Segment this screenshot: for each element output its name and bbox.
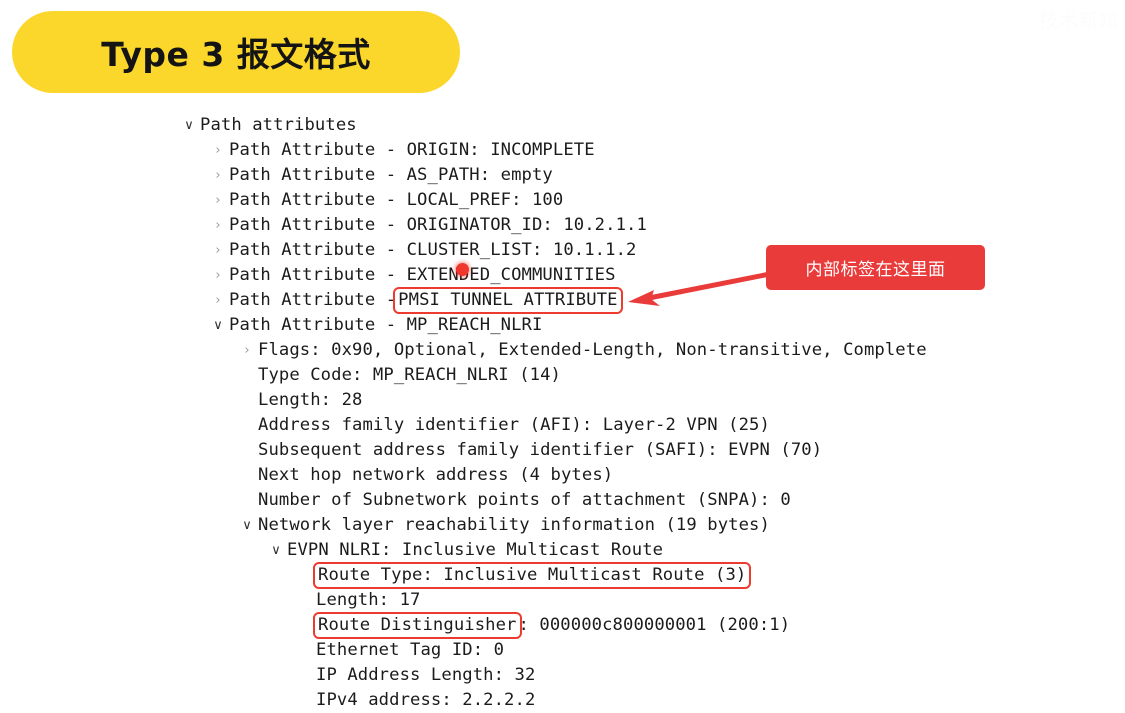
tree-row[interactable]: Route Distinguisher: 000000c800000001 (2… <box>178 612 1118 639</box>
tree-row[interactable]: › Flags: 0x90, Optional, Extended-Length,… <box>178 338 1118 363</box>
tree-row-label: Number of Subnetwork points of attachmen… <box>258 490 791 510</box>
tree-row-label: IPv4 address: 2.2.2.2 <box>316 690 536 710</box>
watermark: 技术新知 <box>1038 10 1119 32</box>
tree-row[interactable]: Next hop network address (4 bytes) <box>178 463 1118 488</box>
tree-row-label: Subsequent address family identifier (SA… <box>258 440 823 460</box>
cursor-pointer-dot <box>456 263 469 276</box>
tree-row[interactable]: › Path Attribute - ORIGINATOR_ID: 10.2.1.… <box>178 213 1118 238</box>
tree-row-label: Path Attribute - <box>229 290 397 310</box>
tree-row-label: Flags: 0x90, Optional, Extended-Length, … <box>258 340 927 360</box>
highlighted-field-box[interactable]: PMSI TUNNEL ATTRIBUTE <box>393 287 623 314</box>
tree-row-label: Path Attribute - CLUSTER_LIST: 10.1.1.2 <box>229 240 637 260</box>
highlighted-field-box[interactable]: Route Type: Inclusive Multicast Route (3… <box>312 562 752 589</box>
chevron-right-icon[interactable]: › <box>207 238 229 263</box>
chevron-down-icon[interactable]: ∨ <box>207 313 229 338</box>
tree-row[interactable]: IPv4 address: 2.2.2.2 <box>178 688 1118 713</box>
tree-row-label: Next hop network address (4 bytes) <box>258 465 614 485</box>
chevron-down-icon[interactable]: ∨ <box>265 538 287 563</box>
tree-row-label: Ethernet Tag ID: 0 <box>316 640 505 660</box>
annotation-label: 内部标签在这里面 <box>805 260 946 280</box>
tree-row-label: Path Attribute - ORIGINATOR_ID: 10.2.1.1 <box>229 215 647 235</box>
tree-row[interactable]: Ethernet Tag ID: 0 <box>178 638 1118 663</box>
tree-row[interactable]: Route Type: Inclusive Multicast Route (3… <box>178 562 1118 589</box>
tree-row[interactable]: Address family identifier (AFI): Layer-2… <box>178 413 1118 438</box>
tree-row[interactable]: ∨ Path Attribute - MP_REACH_NLRI <box>178 313 1118 338</box>
tree-row-label: EVPN NLRI: Inclusive Multicast Route <box>287 540 664 560</box>
tree-row[interactable]: › Path Attribute - LOCAL_PREF: 100 <box>178 188 1118 213</box>
tree-row-label: Path Attribute - LOCAL_PREF: 100 <box>229 190 564 210</box>
tree-row-label: Path Attribute - MP_REACH_NLRI <box>229 315 543 335</box>
tree-row[interactable]: ∨ EVPN NLRI: Inclusive Multicast Route <box>178 538 1118 563</box>
annotation-callout: 内部标签在这里面 <box>766 245 985 290</box>
chevron-right-icon[interactable]: › <box>207 163 229 188</box>
tree-row[interactable]: Number of Subnetwork points of attachmen… <box>178 488 1118 513</box>
chevron-right-icon[interactable]: › <box>207 213 229 238</box>
tree-row-label: Path Attribute - AS_PATH: empty <box>229 165 553 185</box>
chevron-right-icon[interactable]: › <box>207 288 229 313</box>
tree-row[interactable]: ∨ Network layer reachability information … <box>178 513 1118 538</box>
tree-row-label: Path Attribute - ORIGIN: INCOMPLETE <box>229 140 595 160</box>
page-title: Type 3 报文格式 <box>101 35 371 74</box>
tree-row-label: Address family identifier (AFI): Layer-2… <box>258 415 770 435</box>
tree-row-label: Path Attribute - EXTENDED_COMMUNITIES <box>229 265 616 285</box>
tree-row-label: Length: 28 <box>258 390 363 410</box>
tree-row[interactable]: IP Address Length: 32 <box>178 663 1118 688</box>
tree-row-label: Type Code: MP_REACH_NLRI (14) <box>258 365 561 385</box>
highlighted-field-box[interactable]: Route Distinguisher <box>313 612 522 639</box>
tree-row-value: : 000000c800000001 (200:1) <box>518 615 791 635</box>
tree-row[interactable]: Type Code: MP_REACH_NLRI (14) <box>178 363 1118 388</box>
chevron-right-icon[interactable]: › <box>207 188 229 213</box>
tree-row-label: Path attributes <box>200 115 357 135</box>
tree-row[interactable]: Subsequent address family identifier (SA… <box>178 438 1118 463</box>
chevron-right-icon[interactable]: › <box>207 138 229 163</box>
tree-row[interactable]: › Path Attribute - ORIGIN: INCOMPLETE <box>178 138 1118 163</box>
chevron-right-icon[interactable]: › <box>207 263 229 288</box>
chevron-down-icon[interactable]: ∨ <box>236 513 258 538</box>
chevron-down-icon[interactable]: ∨ <box>178 113 200 138</box>
tree-row[interactable]: › Path Attribute - AS_PATH: empty <box>178 163 1118 188</box>
tree-row[interactable]: Length: 28 <box>178 388 1118 413</box>
annotation-arrow <box>628 269 783 306</box>
chevron-right-icon[interactable]: › <box>236 338 258 363</box>
tree-row-label: IP Address Length: 32 <box>316 665 536 685</box>
tree-row[interactable]: Length: 17 <box>178 588 1118 613</box>
tree-row[interactable]: ∨ Path attributes <box>178 113 1118 138</box>
packet-detail-tree[interactable]: ∨ Path attributes › Path Attribute - ORIGIN… <box>178 113 1118 713</box>
tree-row-label: Network layer reachability information (… <box>258 515 770 535</box>
title-badge: Type 3 报文格式 <box>12 11 460 93</box>
tree-row-label: Length: 17 <box>316 590 421 610</box>
